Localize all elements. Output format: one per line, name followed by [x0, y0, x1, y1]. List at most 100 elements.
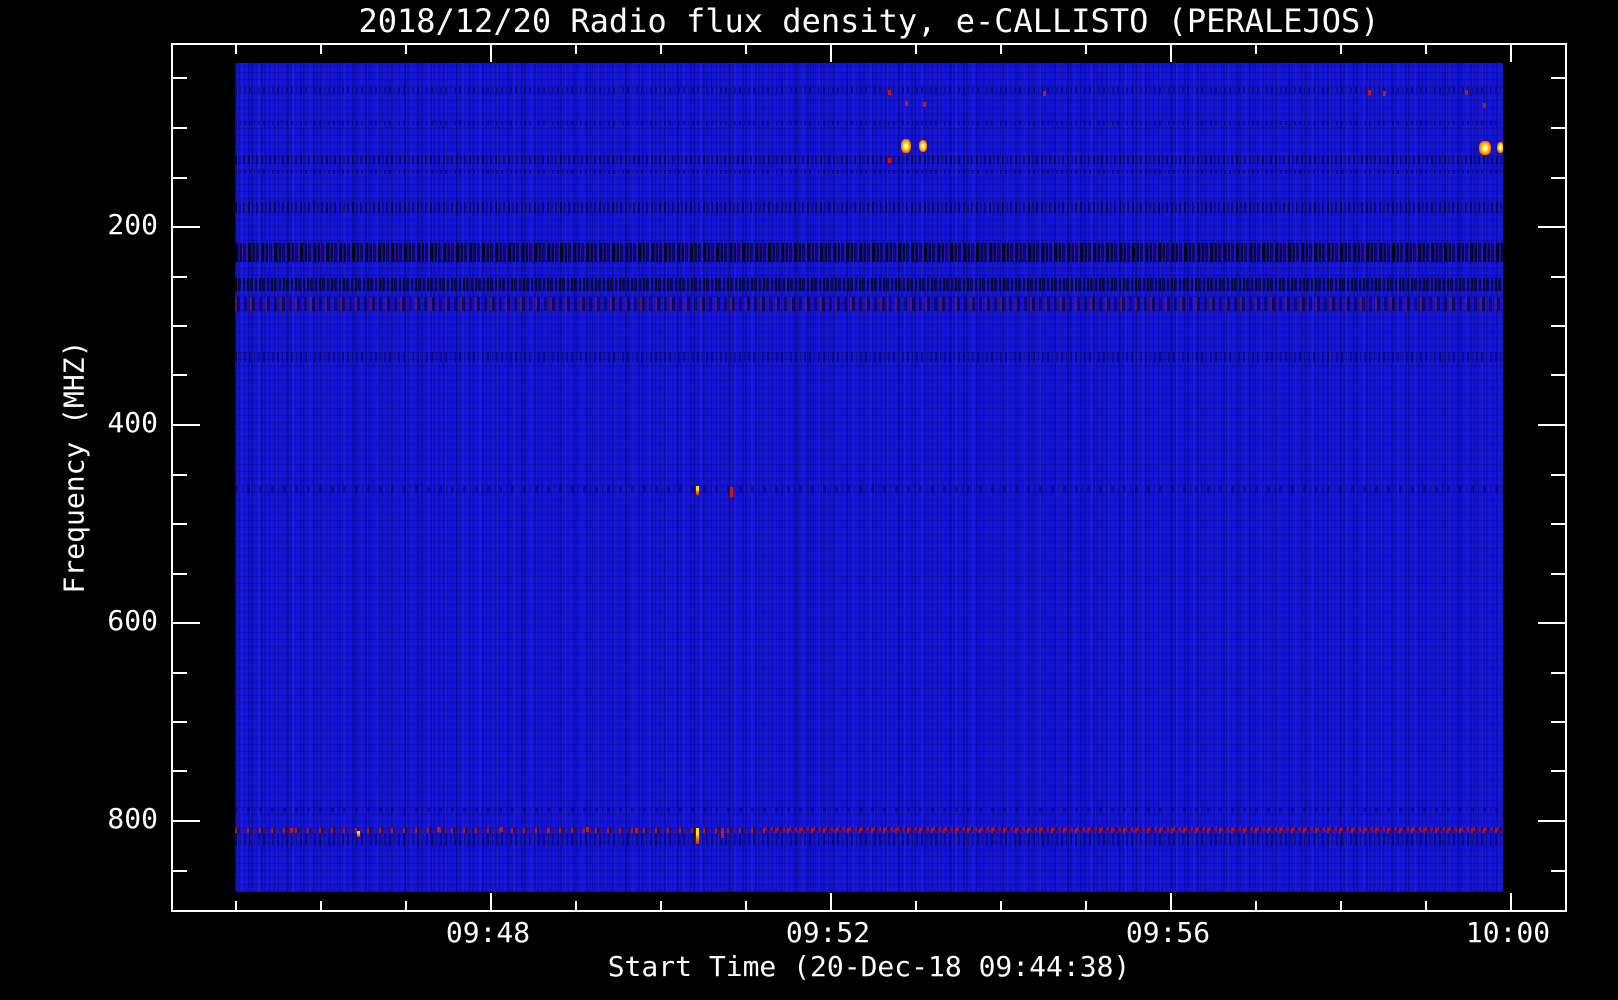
- burst-marker: [901, 139, 911, 153]
- rfi-dot: [437, 827, 440, 832]
- axis-tick: [173, 523, 187, 525]
- axis-tick: [405, 45, 407, 54]
- interference-band: [235, 170, 1503, 174]
- rfi-dot: [923, 102, 926, 107]
- interference-band: [235, 87, 1503, 93]
- axis-tick: [1551, 374, 1565, 376]
- rfi-dot: [500, 827, 503, 832]
- axis-tick: [173, 770, 187, 772]
- rfi-dot: [586, 827, 589, 832]
- x-tick-label: 09:52: [785, 916, 871, 949]
- axis-tick: [915, 45, 917, 54]
- axis-tick: [405, 901, 407, 910]
- y-tick-label: 200: [107, 208, 158, 241]
- interference-band: [235, 243, 1503, 262]
- axis-tick: [1255, 45, 1257, 54]
- interference-band: [235, 808, 1503, 812]
- rfi-dot: [1368, 90, 1371, 95]
- axis-tick: [660, 901, 662, 910]
- x-tick-label: 10:00: [1465, 916, 1551, 949]
- axis-tick: [1425, 45, 1427, 54]
- axis-tick: [1551, 770, 1565, 772]
- burst-marker: [721, 828, 724, 838]
- axis-tick: [745, 45, 747, 54]
- burst-marker: [730, 487, 733, 497]
- axis-tick: [173, 325, 187, 327]
- axis-tick: [173, 721, 187, 723]
- axis-tick: [1538, 424, 1565, 426]
- interference-band: [235, 352, 1503, 362]
- axis-tick: [173, 870, 187, 872]
- interference-band: [235, 278, 1503, 291]
- axis-tick: [173, 424, 200, 426]
- rfi-dot: [905, 101, 908, 106]
- axis-tick: [1170, 45, 1172, 62]
- interference-band: [235, 121, 1503, 125]
- axis-tick: [1085, 45, 1087, 54]
- axis-tick: [1510, 893, 1512, 910]
- axis-tick: [173, 672, 187, 674]
- axis-tick: [1551, 77, 1565, 79]
- axis-tick: [1510, 45, 1512, 62]
- axis-tick: [1538, 622, 1565, 624]
- x-tick-label: 09:56: [1125, 916, 1211, 949]
- axis-tick: [173, 622, 200, 624]
- rfi-dot: [888, 90, 891, 95]
- axis-tick: [173, 573, 187, 575]
- interference-band: [235, 202, 1503, 213]
- axis-tick: [1551, 276, 1565, 278]
- y-tick-label: 800: [107, 802, 158, 835]
- axis-tick: [1551, 721, 1565, 723]
- axis-tick: [1425, 901, 1427, 910]
- spectrogram-image: [235, 63, 1503, 892]
- axis-tick: [1000, 45, 1002, 54]
- x-axis-title: Start Time (20-Dec-18 09:44:38): [607, 950, 1131, 983]
- axis-tick: [830, 893, 832, 910]
- axis-tick: [1255, 901, 1257, 910]
- rfi-dot: [635, 828, 638, 833]
- burst-marker: [919, 140, 927, 152]
- axis-tick: [830, 45, 832, 62]
- axis-tick: [173, 474, 187, 476]
- spectrogram-figure: 2018/12/20 Radio flux density, e-CALLIST…: [0, 0, 1618, 1000]
- axis-tick: [173, 226, 200, 228]
- axis-tick: [1170, 893, 1172, 910]
- axis-tick: [575, 901, 577, 910]
- axis-tick: [575, 45, 577, 54]
- axis-tick: [1551, 870, 1565, 872]
- axis-tick: [173, 177, 187, 179]
- axis-tick: [173, 820, 200, 822]
- interference-band: [235, 833, 1503, 846]
- x-tick-label: 09:48: [445, 916, 531, 949]
- axis-tick: [235, 901, 237, 910]
- interference-band: [235, 156, 1503, 164]
- rfi-dot: [290, 828, 293, 833]
- rfi-dot: [1043, 91, 1046, 96]
- axis-tick: [173, 276, 187, 278]
- axis-tick: [320, 45, 322, 54]
- interference-band: [765, 827, 1503, 831]
- y-tick-label: 400: [107, 406, 158, 439]
- axis-tick: [915, 901, 917, 910]
- axis-tick: [1000, 901, 1002, 910]
- axis-tick: [490, 893, 492, 910]
- rfi-dot: [888, 158, 891, 163]
- axis-tick: [173, 374, 187, 376]
- axis-tick: [1551, 177, 1565, 179]
- axis-tick: [1551, 127, 1565, 129]
- axis-tick: [235, 45, 237, 54]
- burst-marker: [696, 828, 699, 844]
- burst-marker: [696, 486, 699, 495]
- burst-marker: [1497, 142, 1503, 153]
- axis-tick: [1538, 820, 1565, 822]
- burst-marker: [1479, 141, 1491, 155]
- axis-tick: [1551, 325, 1565, 327]
- axis-tick: [1340, 45, 1342, 54]
- interference-band: [235, 297, 1503, 311]
- plot-area: [171, 43, 1567, 912]
- rfi-dot: [1483, 103, 1486, 108]
- axis-tick: [1551, 523, 1565, 525]
- axis-tick: [660, 45, 662, 54]
- axis-tick: [1538, 226, 1565, 228]
- rfi-dot: [1465, 90, 1468, 95]
